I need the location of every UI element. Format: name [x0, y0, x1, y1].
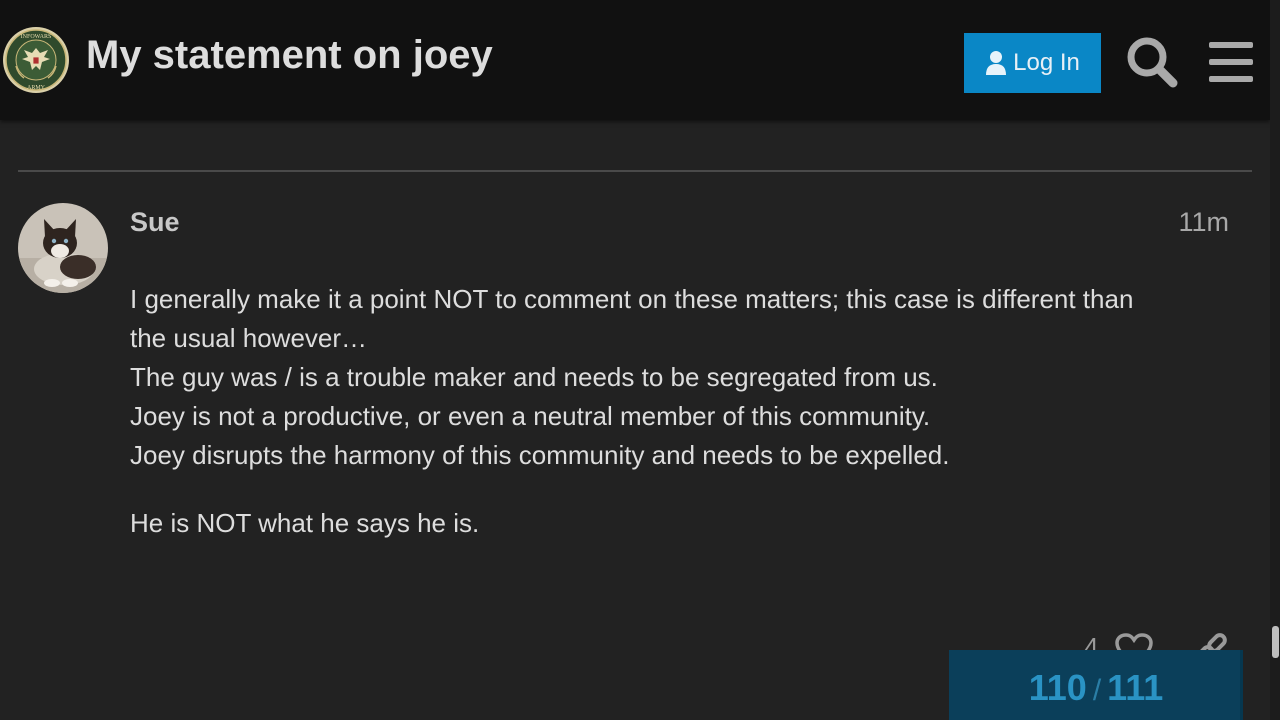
post-date[interactable]: 11m	[1178, 206, 1229, 238]
login-button[interactable]: Log In	[964, 33, 1101, 93]
hamburger-menu-icon	[1209, 42, 1253, 82]
hamburger-menu-button[interactable]	[1206, 38, 1256, 86]
logo-text-top: INFOWARS	[21, 34, 52, 40]
logo-text-bottom: ARMY	[27, 85, 46, 91]
login-label: Log In	[1013, 49, 1080, 76]
progress-current: 110	[1028, 667, 1087, 708]
progress-text: 110/111	[949, 668, 1243, 711]
search-icon	[1127, 37, 1178, 88]
post-line: The guy was / is a trouble maker and nee…	[130, 362, 938, 392]
post-line: Joey disrupts the harmony of this commun…	[130, 440, 950, 470]
user-icon	[986, 51, 1007, 75]
avatar[interactable]	[18, 203, 108, 293]
site-header: INFOWARS ARMY My statement on joey Log I…	[0, 0, 1270, 120]
search-button[interactable]	[1124, 34, 1180, 90]
topic-title[interactable]: My statement on joey	[86, 30, 493, 80]
topic-divider	[18, 170, 1252, 172]
post-username[interactable]: Sue	[130, 206, 180, 238]
post-line: I generally make it a point NOT to comme…	[130, 284, 1134, 314]
cat-avatar	[18, 203, 108, 293]
page-scrollbar[interactable]	[1270, 0, 1280, 720]
army-eagle-emblem-icon: INFOWARS ARMY	[3, 27, 69, 93]
post-line: He is NOT what he says he is.	[130, 508, 480, 538]
topic-progress[interactable]: 110/111	[949, 650, 1243, 720]
progress-total: 111	[1107, 667, 1164, 708]
post-paragraph: I generally make it a point NOT to comme…	[130, 280, 1230, 475]
post-body: I generally make it a point NOT to comme…	[130, 280, 1230, 572]
scrollbar-thumb[interactable]	[1272, 626, 1279, 658]
site-logo[interactable]: INFOWARS ARMY	[2, 26, 70, 94]
progress-separator: /	[1092, 674, 1102, 707]
post-paragraph: He is NOT what he says he is.	[130, 504, 1230, 543]
post-line: Joey is not a productive, or even a neut…	[130, 401, 931, 431]
post-line: the usual however…	[130, 323, 368, 353]
